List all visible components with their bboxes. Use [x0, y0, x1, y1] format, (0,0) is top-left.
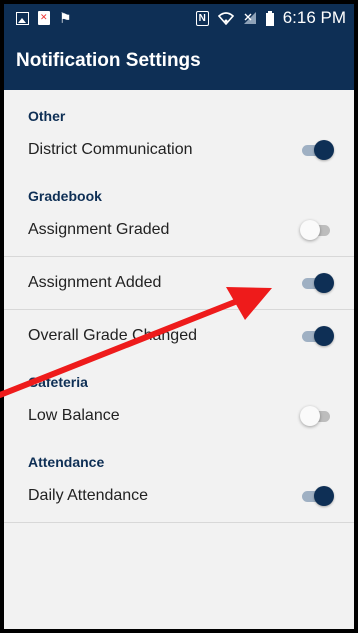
phone-screen: ⚑ N 6:16 PM Notification Settings Other …: [4, 4, 354, 629]
setting-label: District Communication: [28, 141, 193, 158]
assignment-added-toggle[interactable]: [302, 272, 334, 294]
setting-label: Assignment Graded: [28, 221, 170, 238]
battery-icon: [265, 10, 274, 26]
district-communication-toggle[interactable]: [302, 139, 334, 161]
low-balance-toggle[interactable]: [300, 405, 332, 427]
setting-row-daily-attendance[interactable]: Daily Attendance: [4, 470, 354, 523]
section-header-other: Other: [28, 108, 66, 124]
setting-label: Daily Attendance: [28, 487, 149, 504]
daily-attendance-toggle[interactable]: [302, 485, 334, 507]
setting-label: Low Balance: [28, 407, 120, 424]
setting-label: Overall Grade Changed: [28, 327, 197, 344]
setting-row-assignment-graded[interactable]: Assignment Graded: [4, 204, 354, 257]
section-header-attendance: Attendance: [28, 454, 105, 470]
overall-grade-changed-toggle[interactable]: [302, 325, 334, 347]
status-bar: ⚑ N 6:16 PM: [4, 4, 354, 32]
setting-label: Assignment Added: [28, 274, 162, 291]
setting-row-low-balance[interactable]: Low Balance: [4, 390, 354, 442]
page-title: Notification Settings: [16, 50, 201, 71]
status-time: 6:16 PM: [282, 8, 346, 27]
notification-flag-icon: ⚑: [59, 10, 72, 26]
setting-row-assignment-added[interactable]: Assignment Added: [4, 257, 354, 310]
section-header-cafeteria: Cafeteria: [28, 374, 88, 390]
no-signal-icon: [243, 12, 256, 24]
section-header-gradebook: Gradebook: [28, 188, 102, 204]
assignment-graded-toggle[interactable]: [300, 219, 332, 241]
app-bar: Notification Settings: [4, 32, 354, 90]
doc-error-icon: [38, 11, 50, 25]
wifi-icon: [217, 12, 234, 25]
settings-list: Other District Communication Gradebook A…: [4, 90, 354, 523]
setting-row-district-communication[interactable]: District Communication: [4, 124, 354, 176]
gallery-icon: [16, 11, 29, 25]
nfc-icon: N: [195, 10, 209, 26]
setting-row-overall-grade-changed[interactable]: Overall Grade Changed: [4, 310, 354, 362]
